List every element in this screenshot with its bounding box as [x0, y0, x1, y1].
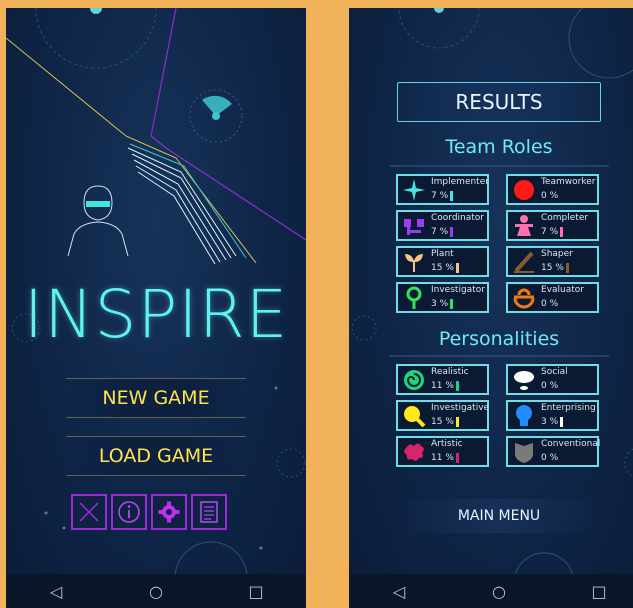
role-card-teamworker: Teamworker 0 %	[506, 174, 599, 205]
scale-icon	[513, 288, 535, 309]
percent-bar	[455, 417, 459, 427]
personality-percent: 15 %	[431, 417, 454, 427]
recents-button[interactable]: □	[579, 582, 619, 601]
settings-icon	[158, 501, 180, 523]
sprout-icon	[405, 254, 423, 272]
icon-toolbar	[71, 494, 227, 530]
close-button[interactable]	[71, 494, 107, 530]
back-button[interactable]: ◁	[379, 582, 419, 601]
team-roles-title: Team Roles	[445, 136, 553, 158]
role-name: Implementer	[431, 177, 489, 187]
role-percent: 0 %	[541, 299, 559, 309]
personalities-title: Personalities	[438, 328, 560, 350]
personality-card-enterprising: Enterprising 3 %	[506, 400, 599, 431]
shield-icon	[515, 443, 533, 463]
percent-bar	[565, 263, 569, 273]
percent-bar	[455, 263, 459, 273]
role-name: Shaper	[541, 249, 573, 259]
personality-percent: 11 %	[431, 381, 454, 391]
new-game-button[interactable]: NEW GAME	[66, 378, 246, 418]
system-nav-bar: ◁ ○ □	[349, 574, 633, 608]
title-screen: INSPIRE NEW GAME LOAD GAME ◁ ○ □	[6, 8, 306, 608]
home-button[interactable]: ○	[479, 582, 519, 601]
system-nav-bar: ◁ ○ □	[6, 574, 306, 608]
swirl-icon	[404, 370, 424, 390]
personality-name: Conventional	[541, 439, 601, 449]
role-name: Investigator	[431, 285, 485, 295]
personalities-grid: Realistic 11 % Social 0 % Investigative …	[396, 364, 601, 467]
role-card-investigator: Investigator 3 %	[396, 282, 489, 313]
lightbulb-icon	[516, 405, 532, 426]
home-button[interactable]: ○	[136, 582, 176, 601]
info-icon	[118, 501, 140, 523]
percent-bar	[560, 227, 564, 237]
role-card-plant: Plant 15 %	[396, 246, 489, 277]
role-card-shaper: Shaper 15 %	[506, 246, 599, 277]
personality-percent: 3 %	[541, 417, 559, 427]
app-title: INSPIRE	[23, 276, 289, 353]
personality-name: Artistic	[431, 439, 463, 449]
sparkle-icon	[403, 179, 425, 201]
role-percent: 7 %	[541, 227, 559, 237]
personality-card-conventional: Conventional 0 %	[506, 436, 601, 467]
team-roles-grid: Implementer 7 % Teamworker 0 % Coordinat…	[396, 174, 599, 313]
personality-card-investigative: Investigative 15 %	[396, 400, 489, 431]
role-card-evaluator: Evaluator 0 %	[506, 282, 599, 313]
role-percent: 0 %	[541, 191, 559, 201]
person-icon	[515, 215, 533, 236]
results-heading: RESULTS	[397, 82, 601, 122]
role-percent: 7 %	[431, 227, 449, 237]
role-card-coordinator: Coordinator 7 %	[396, 210, 489, 241]
main-menu-button[interactable]: MAIN MENU	[397, 499, 601, 533]
search-icon	[404, 406, 426, 428]
role-card-completer: Completer 7 %	[506, 210, 599, 241]
percent-bar	[455, 381, 459, 391]
percent-bar	[450, 191, 454, 201]
percent-bar	[450, 227, 454, 237]
personality-name: Realistic	[431, 367, 469, 377]
personality-name: Social	[541, 367, 568, 377]
chisel-icon	[514, 251, 534, 273]
close-icon	[79, 502, 99, 522]
role-percent: 15 %	[431, 263, 454, 273]
hierarchy-icon	[404, 219, 424, 235]
settings-button[interactable]	[151, 494, 187, 530]
role-name: Plant	[431, 249, 454, 259]
personality-percent: 0 %	[541, 453, 559, 463]
role-name: Evaluator	[541, 285, 584, 295]
role-name: Completer	[541, 213, 589, 223]
personality-name: Enterprising	[541, 403, 596, 413]
magnifier-icon	[406, 286, 422, 309]
role-name: Teamworker	[541, 177, 596, 187]
personality-card-realistic: Realistic 11 %	[396, 364, 489, 395]
speech-bubble-icon	[514, 371, 534, 390]
results-screen: RESULTS Team Roles Implementer 7 % Teamw…	[349, 8, 633, 608]
info-button[interactable]	[111, 494, 147, 530]
percent-bar	[455, 453, 459, 463]
personality-percent: 11 %	[431, 453, 454, 463]
back-button[interactable]: ◁	[36, 582, 76, 601]
personality-name: Investigative	[431, 403, 490, 413]
notes-icon	[200, 501, 218, 523]
paint-splash-icon	[404, 443, 424, 461]
role-percent: 3 %	[431, 299, 449, 309]
personality-percent: 0 %	[541, 381, 559, 391]
red-circle-icon	[514, 180, 534, 200]
load-game-button[interactable]: LOAD GAME	[66, 436, 246, 476]
percent-bar	[450, 299, 454, 309]
role-percent: 15 %	[541, 263, 564, 273]
percent-bar	[560, 417, 564, 427]
avatar-outline	[67, 185, 129, 257]
notes-button[interactable]	[191, 494, 227, 530]
personality-card-social: Social 0 %	[506, 364, 599, 395]
role-card-implementer: Implementer 7 %	[396, 174, 489, 205]
recents-button[interactable]: □	[236, 582, 276, 601]
role-name: Coordinator	[431, 213, 485, 223]
personality-card-artistic: Artistic 11 %	[396, 436, 489, 467]
role-percent: 7 %	[431, 191, 449, 201]
